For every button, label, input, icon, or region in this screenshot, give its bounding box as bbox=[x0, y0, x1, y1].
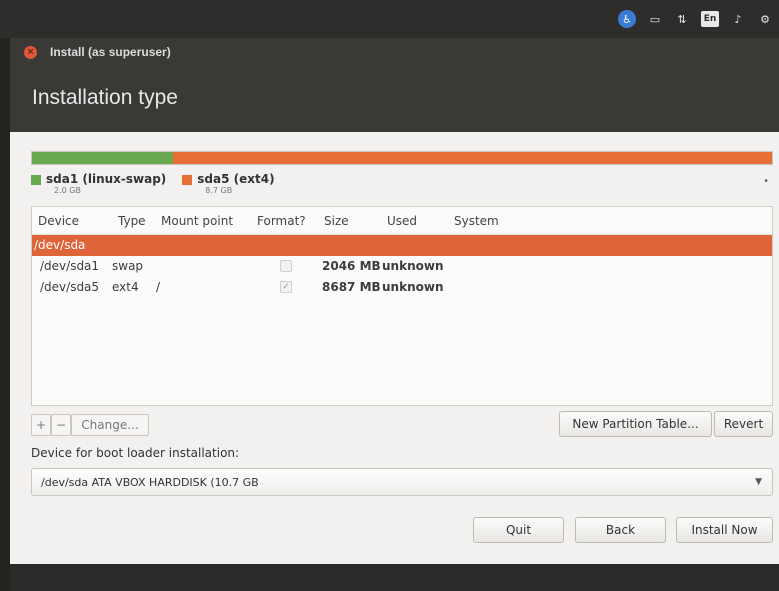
boot-loader-device-select[interactable]: /dev/sda ATA VBOX HARDDISK (10.7 GB ▼ bbox=[31, 468, 773, 496]
format-checkbox[interactable] bbox=[280, 260, 292, 272]
cell-size: 8687 MB bbox=[322, 280, 381, 294]
back-button[interactable]: Back bbox=[575, 517, 666, 543]
legend-size: 8.7 GB bbox=[205, 186, 233, 195]
quit-button[interactable]: Quit bbox=[473, 517, 564, 543]
partition-usage-bar bbox=[31, 151, 773, 165]
desktop-edge bbox=[0, 38, 10, 591]
partition-table[interactable]: Device Type Mount point Format? Size Use… bbox=[31, 206, 773, 406]
volume-icon[interactable]: ♪ bbox=[730, 11, 746, 27]
network-icon[interactable]: ⇅ bbox=[674, 11, 690, 27]
table-row[interactable]: /dev/sda1 swap 2046 MB unknown bbox=[32, 256, 772, 277]
cell-device: /dev/sda1 bbox=[40, 259, 100, 273]
cell-used: unknown bbox=[382, 259, 444, 273]
install-now-button[interactable]: Install Now bbox=[676, 517, 773, 543]
cell-mount: / bbox=[156, 280, 161, 294]
battery-icon[interactable]: ▭ bbox=[647, 11, 663, 27]
legend-swatch-ext4 bbox=[182, 175, 193, 185]
column-header-used[interactable]: Used bbox=[387, 214, 417, 228]
legend-item-sda5: sda5 (ext4) 8.7 GB bbox=[182, 172, 275, 195]
boot-loader-selected-value: /dev/sda ATA VBOX HARDDISK (10.7 GB bbox=[41, 476, 259, 489]
change-partition-button[interactable]: Change... bbox=[71, 414, 149, 436]
system-tray: ♿ ▭ ⇅ En ♪ ⚙ bbox=[618, 10, 773, 28]
cell-size: 2046 MB bbox=[322, 259, 381, 273]
close-window-button[interactable]: × bbox=[24, 46, 37, 59]
window-titlebar[interactable]: × Install (as superuser) bbox=[10, 38, 779, 68]
window-bottom-bar bbox=[10, 564, 779, 591]
column-header-type[interactable]: Type bbox=[118, 214, 146, 228]
cell-used: unknown bbox=[382, 280, 444, 294]
page-title: Installation type bbox=[32, 86, 178, 109]
legend-size: 2.0 GB bbox=[54, 186, 81, 195]
column-header-device[interactable]: Device bbox=[38, 214, 79, 228]
cell-type: swap bbox=[112, 259, 144, 273]
table-header: Device Type Mount point Format? Size Use… bbox=[32, 207, 772, 235]
accessibility-icon[interactable]: ♿ bbox=[618, 10, 636, 28]
add-partition-button[interactable]: + bbox=[31, 414, 51, 436]
keyboard-layout-indicator[interactable]: En bbox=[701, 11, 719, 27]
legend-swatch-swap bbox=[31, 175, 41, 185]
table-row[interactable]: /dev/sda5 ext4 / ✓ 8687 MB unknown bbox=[32, 277, 772, 298]
remove-partition-button[interactable]: − bbox=[51, 414, 71, 436]
new-partition-table-button[interactable]: New Partition Table... bbox=[559, 411, 712, 437]
legend-more-icon: • bbox=[763, 176, 769, 187]
partition-bar-segment-swap bbox=[32, 152, 173, 164]
revert-button[interactable]: Revert bbox=[714, 411, 773, 437]
page-header: Installation type bbox=[10, 68, 779, 132]
installer-content: sda1 (linux-swap) 2.0 GB sda5 (ext4) 8.7… bbox=[10, 132, 779, 564]
boot-loader-label: Device for boot loader installation: bbox=[31, 446, 240, 460]
cell-device: /dev/sda5 bbox=[40, 280, 100, 294]
cell-type: ext4 bbox=[112, 280, 139, 294]
legend-name: sda5 (ext4) bbox=[197, 172, 275, 186]
table-row[interactable]: /dev/sda bbox=[32, 235, 772, 256]
cell-device: /dev/sda bbox=[34, 238, 86, 252]
window-title: Install (as superuser) bbox=[50, 45, 171, 59]
column-header-mount-point[interactable]: Mount point bbox=[161, 214, 233, 228]
column-header-system[interactable]: System bbox=[454, 214, 499, 228]
column-header-size[interactable]: Size bbox=[324, 214, 349, 228]
column-header-format[interactable]: Format? bbox=[257, 214, 306, 228]
chevron-down-icon[interactable]: ▼ bbox=[755, 477, 762, 487]
format-checkbox[interactable]: ✓ bbox=[280, 281, 292, 293]
partition-legend: sda1 (linux-swap) 2.0 GB sda5 (ext4) 8.7… bbox=[31, 172, 275, 195]
settings-icon[interactable]: ⚙ bbox=[757, 11, 773, 27]
legend-name: sda1 (linux-swap) bbox=[46, 172, 167, 186]
legend-item-sda1: sda1 (linux-swap) 2.0 GB bbox=[31, 172, 166, 195]
partition-bar-segment-ext4 bbox=[172, 152, 772, 164]
top-panel: ♿ ▭ ⇅ En ♪ ⚙ bbox=[0, 0, 779, 38]
